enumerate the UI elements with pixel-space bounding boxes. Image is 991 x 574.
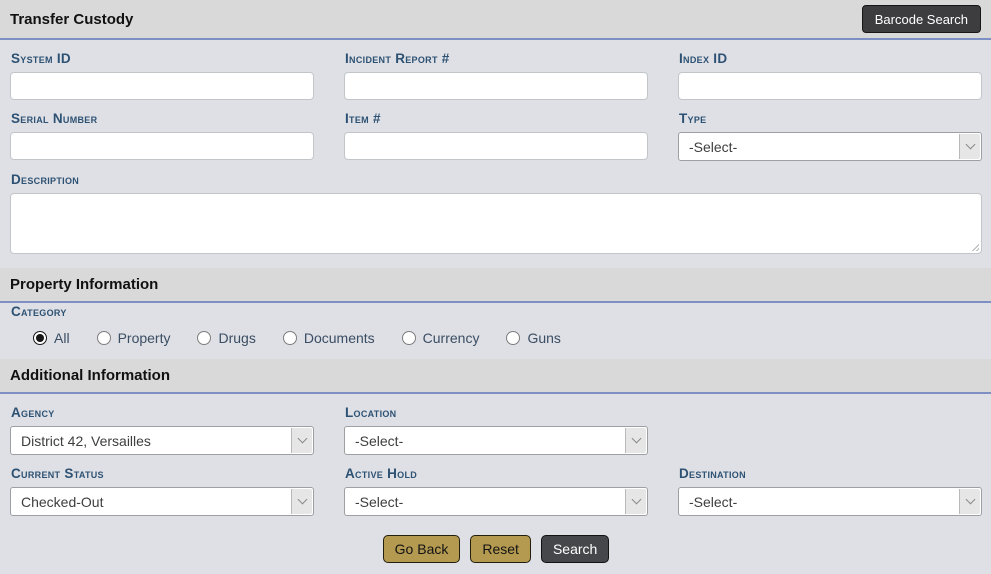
- category-radio-guns[interactable]: Guns: [506, 330, 560, 346]
- type-select-value: -Select-: [689, 139, 737, 155]
- radio-icon: [506, 331, 520, 345]
- destination-label: Destination: [679, 466, 982, 481]
- serial-number-input[interactable]: [10, 132, 314, 160]
- radio-icon: [283, 331, 297, 345]
- current-status-label: Current Status: [11, 466, 314, 481]
- type-label: Type: [679, 111, 982, 126]
- property-information-header: Property Information: [0, 268, 991, 303]
- description-label: Description: [11, 172, 982, 187]
- transfer-custody-page: Transfer Custody Barcode Search System I…: [0, 0, 991, 574]
- type-select[interactable]: -Select-: [678, 132, 982, 161]
- incident-report-input[interactable]: [344, 72, 648, 100]
- page-title: Transfer Custody: [10, 11, 133, 28]
- active-hold-select-value: -Select-: [355, 494, 403, 510]
- location-select-value: -Select-: [355, 433, 403, 449]
- category-radio-property[interactable]: Property: [97, 330, 171, 346]
- go-back-button[interactable]: Go Back: [383, 535, 461, 563]
- category-radio-documents[interactable]: Documents: [283, 330, 375, 346]
- category-label: Category: [11, 304, 67, 319]
- serial-number-label: Serial Number: [11, 111, 314, 126]
- system-id-input[interactable]: [10, 72, 314, 100]
- agency-select-value: District 42, Versailles: [21, 433, 151, 449]
- chevron-down-icon: [959, 489, 980, 514]
- additional-information-panel: Agency District 42, Versailles Location …: [0, 394, 991, 574]
- category-radio-group: All Property Drugs Documents Currency Gu…: [33, 330, 982, 346]
- location-label: Location: [345, 405, 648, 420]
- chevron-down-icon: [291, 428, 312, 453]
- form-actions: Go Back Reset Search: [10, 535, 982, 563]
- radio-icon: [402, 331, 416, 345]
- category-radio-currency[interactable]: Currency: [402, 330, 480, 346]
- agency-label: Agency: [11, 405, 314, 420]
- location-select[interactable]: -Select-: [344, 426, 648, 455]
- radio-icon: [33, 331, 47, 345]
- active-hold-label: Active Hold: [345, 466, 648, 481]
- property-information-title: Property Information: [10, 276, 158, 293]
- incident-report-label: Incident Report #: [345, 51, 648, 66]
- agency-select[interactable]: District 42, Versailles: [10, 426, 314, 455]
- category-panel: Category All Property Drugs Documents Cu…: [0, 303, 991, 359]
- system-id-label: System ID: [11, 51, 314, 66]
- destination-select-value: -Select-: [689, 494, 737, 510]
- radio-icon: [197, 331, 211, 345]
- index-id-input[interactable]: [678, 72, 982, 100]
- current-status-select[interactable]: Checked-Out: [10, 487, 314, 516]
- active-hold-select[interactable]: -Select-: [344, 487, 648, 516]
- item-number-input[interactable]: [344, 132, 648, 160]
- current-status-select-value: Checked-Out: [21, 494, 103, 510]
- page-header: Transfer Custody Barcode Search: [0, 0, 991, 40]
- item-number-label: Item #: [345, 111, 648, 126]
- chevron-down-icon: [625, 489, 646, 514]
- chevron-down-icon: [959, 134, 980, 159]
- chevron-down-icon: [625, 428, 646, 453]
- additional-information-header: Additional Information: [0, 359, 991, 394]
- additional-information-title: Additional Information: [10, 367, 170, 384]
- destination-select[interactable]: -Select-: [678, 487, 982, 516]
- chevron-down-icon: [291, 489, 312, 514]
- reset-button[interactable]: Reset: [470, 535, 531, 563]
- description-textarea[interactable]: [10, 193, 982, 254]
- index-id-label: Index ID: [679, 51, 982, 66]
- search-button[interactable]: Search: [541, 535, 609, 563]
- category-radio-all[interactable]: All: [33, 330, 70, 346]
- radio-icon: [97, 331, 111, 345]
- barcode-search-button[interactable]: Barcode Search: [862, 5, 981, 33]
- category-radio-drugs[interactable]: Drugs: [197, 330, 255, 346]
- search-fields-panel: System ID Incident Report # Index ID Ser…: [0, 40, 991, 268]
